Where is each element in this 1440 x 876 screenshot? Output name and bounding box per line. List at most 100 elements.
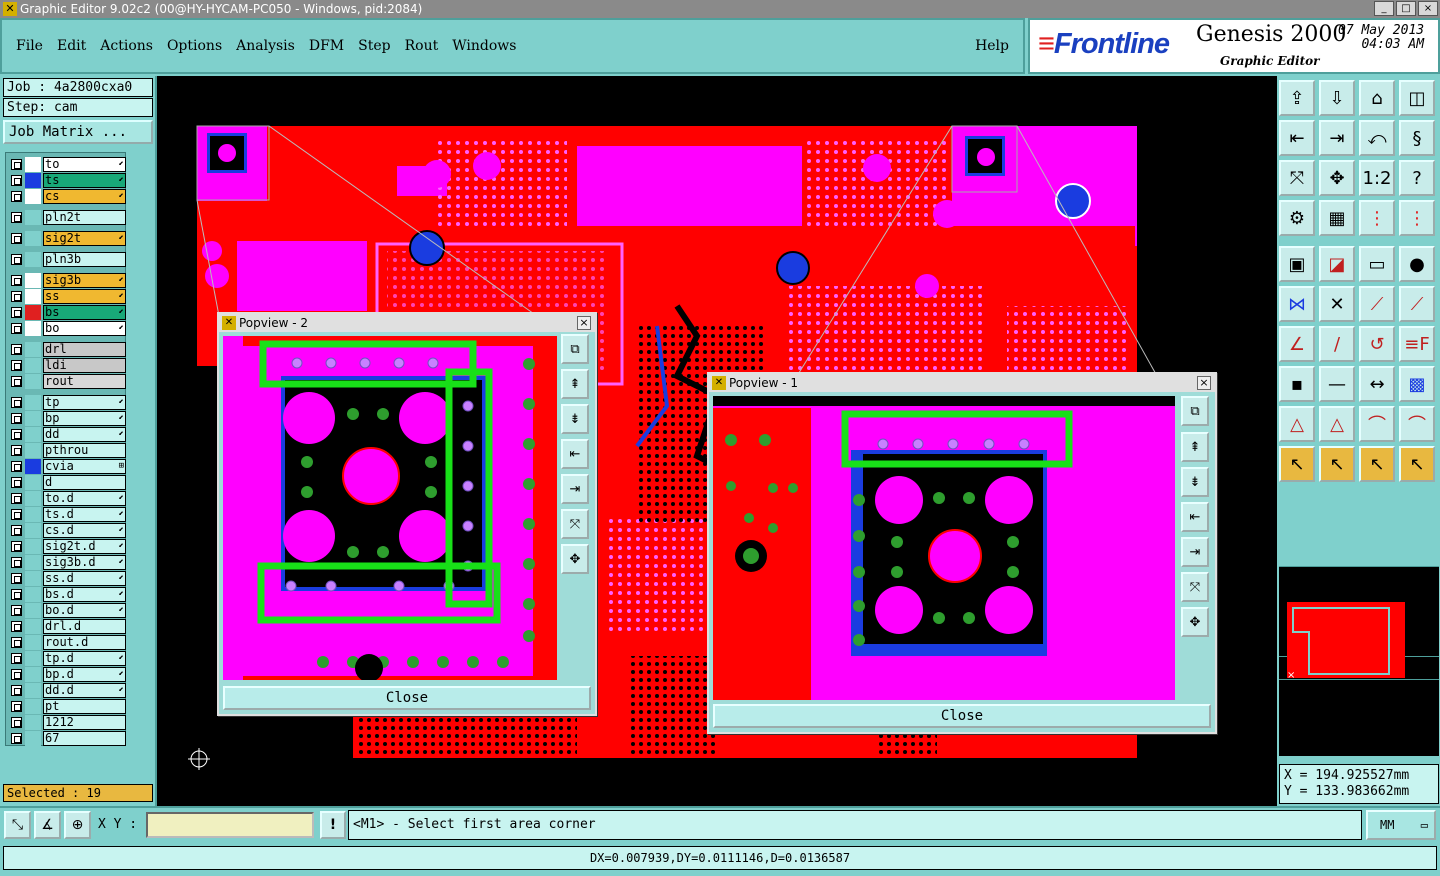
layer-color-swatch[interactable]: [25, 342, 41, 357]
layer-checkbox[interactable]: [11, 191, 22, 202]
pointer-box-icon[interactable]: ↖: [1319, 446, 1355, 482]
settings-icon[interactable]: ⚙: [1279, 200, 1315, 236]
menu-actions[interactable]: Actions: [100, 38, 153, 54]
layer-color-swatch[interactable]: [25, 210, 41, 225]
layer-name[interactable]: sig2t ⬋: [43, 231, 126, 246]
layer-checkbox[interactable]: [11, 733, 22, 744]
popview-fit-icon[interactable]: ⤧: [1181, 572, 1209, 602]
layer-color-swatch[interactable]: [25, 189, 41, 204]
layers-red-icon[interactable]: ⋮: [1359, 200, 1395, 236]
layer-color-swatch[interactable]: [25, 231, 41, 246]
help-query-icon[interactable]: ?: [1399, 160, 1435, 196]
xy-input[interactable]: [146, 812, 314, 838]
layer-color-swatch[interactable]: [25, 321, 41, 336]
pointer-net-icon[interactable]: ↖: [1399, 446, 1435, 482]
zoom-fit-icon[interactable]: ⤧: [1279, 160, 1315, 196]
layer-row-rout-d[interactable]: rout.d: [8, 635, 126, 650]
layer-checkbox[interactable]: [11, 445, 22, 456]
layer-name[interactable]: ts.d ⬋: [43, 507, 126, 522]
flip-icon[interactable]: ⤺: [1359, 120, 1395, 156]
layer-checkbox[interactable]: [11, 573, 22, 584]
layer-row-1212[interactable]: 1212: [8, 715, 126, 730]
popview-up-icon[interactable]: ⇞: [1181, 432, 1209, 462]
menu-analysis[interactable]: Analysis: [236, 38, 295, 54]
layer-checkbox[interactable]: [11, 175, 22, 186]
layer-name[interactable]: sig2t.d ⬋: [43, 539, 126, 554]
layer-name[interactable]: pthrou: [43, 443, 126, 458]
select-icon[interactable]: ▣: [1279, 246, 1315, 282]
menu-rout[interactable]: Rout: [405, 38, 439, 54]
layer-name[interactable]: ss.d ⬋: [43, 571, 126, 586]
layer-row-pt[interactable]: pt: [8, 699, 126, 714]
layer-row-drl[interactable]: drl: [8, 342, 126, 357]
layer-row-67[interactable]: 67: [8, 731, 126, 746]
layer-row-to[interactable]: to ⬋: [8, 157, 126, 172]
layer-color-swatch[interactable]: [25, 651, 41, 666]
window-split-icon[interactable]: ◫: [1399, 80, 1435, 116]
layer-color-swatch[interactable]: [25, 587, 41, 602]
layers-red2-icon[interactable]: ⋮: [1399, 200, 1435, 236]
popview-up-icon[interactable]: ⇞: [561, 369, 589, 399]
layer-checkbox[interactable]: [11, 212, 22, 223]
popview-down-icon[interactable]: ⇟: [1181, 467, 1209, 497]
layer-color-swatch[interactable]: [25, 731, 41, 746]
layer-color-swatch[interactable]: [25, 374, 41, 389]
layer-color-swatch[interactable]: [25, 619, 41, 634]
layer-name[interactable]: tp ⬋: [43, 395, 126, 410]
grid-icon[interactable]: ▦: [1319, 200, 1355, 236]
layer-row-tp-d[interactable]: tp.d ⬋: [8, 651, 126, 666]
layer-name[interactable]: bo.d ⬋: [43, 603, 126, 618]
cross-icon[interactable]: ✕: [1319, 286, 1355, 322]
minimap[interactable]: ×: [1279, 566, 1439, 756]
menu-help[interactable]: Help: [975, 38, 1009, 54]
poly-icon[interactable]: △: [1319, 406, 1355, 442]
minus-icon[interactable]: —: [1319, 366, 1355, 402]
layer-name[interactable]: drl.d: [43, 619, 126, 634]
layer-row-d[interactable]: d: [8, 475, 126, 490]
layer-checkbox[interactable]: [11, 589, 22, 600]
layer-name[interactable]: 67: [43, 731, 126, 746]
pad-icon[interactable]: ●: [1399, 246, 1435, 282]
layer-color-swatch[interactable]: [25, 305, 41, 320]
route-icon[interactable]: ⟋: [1399, 286, 1435, 322]
connect-icon[interactable]: ⟋: [1359, 286, 1395, 322]
popview-expand-icon[interactable]: ✥: [561, 544, 589, 574]
layer-checkbox[interactable]: [11, 717, 22, 728]
layer-checkbox[interactable]: [11, 275, 22, 286]
layer-checkbox[interactable]: [11, 461, 22, 472]
layer-row-dd[interactable]: dd ⬋: [8, 427, 126, 442]
layer-checkbox[interactable]: [11, 605, 22, 616]
layer-name[interactable]: 1212: [43, 715, 126, 730]
layer-color-swatch[interactable]: [25, 555, 41, 570]
layer-color-swatch[interactable]: [25, 491, 41, 506]
layer-row-sig3b-d[interactable]: sig3b.d ⬋: [8, 555, 126, 570]
layer-color-swatch[interactable]: [25, 715, 41, 730]
menu-windows[interactable]: Windows: [452, 38, 516, 54]
layer-row-ts-d[interactable]: ts.d ⬋: [8, 507, 126, 522]
layer-row-sig3b[interactable]: sig3b ⬋: [8, 273, 126, 288]
layer-row-ss[interactable]: ss ⬋: [8, 289, 126, 304]
layer-name[interactable]: bs ⬋: [43, 305, 126, 320]
layer-name[interactable]: sig3b.d ⬋: [43, 555, 126, 570]
layer-row-pthrou[interactable]: pthrou: [8, 443, 126, 458]
layer-color-swatch[interactable]: [25, 475, 41, 490]
popview-zoom-icon[interactable]: ⧉: [1181, 396, 1209, 426]
layer-name[interactable]: cs ⬋: [43, 189, 126, 204]
menu-options[interactable]: Options: [167, 38, 222, 54]
layer-checkbox[interactable]: [11, 477, 22, 488]
layer-row-tp[interactable]: tp ⬋: [8, 395, 126, 410]
layer-name[interactable]: dd.d ⬋: [43, 683, 126, 698]
layer-checkbox[interactable]: [11, 344, 22, 355]
layer-color-swatch[interactable]: [25, 683, 41, 698]
layer-name[interactable]: ts ⬋: [43, 173, 126, 188]
popview-fit-icon[interactable]: ⤧: [561, 509, 589, 539]
pointer-icon[interactable]: ↖: [1279, 446, 1315, 482]
resize-icon[interactable]: ↔: [1359, 366, 1395, 402]
layer-row-bs-d[interactable]: bs.d ⬋: [8, 587, 126, 602]
layer-checkbox[interactable]: [11, 233, 22, 244]
layer-row-cvia[interactable]: cvia ⊞: [8, 459, 126, 474]
layer-row-bp-d[interactable]: bp.d ⬋: [8, 667, 126, 682]
layer-name[interactable]: to ⬋: [43, 157, 126, 172]
layer-checkbox[interactable]: [11, 429, 22, 440]
layer-color-swatch[interactable]: [25, 539, 41, 554]
